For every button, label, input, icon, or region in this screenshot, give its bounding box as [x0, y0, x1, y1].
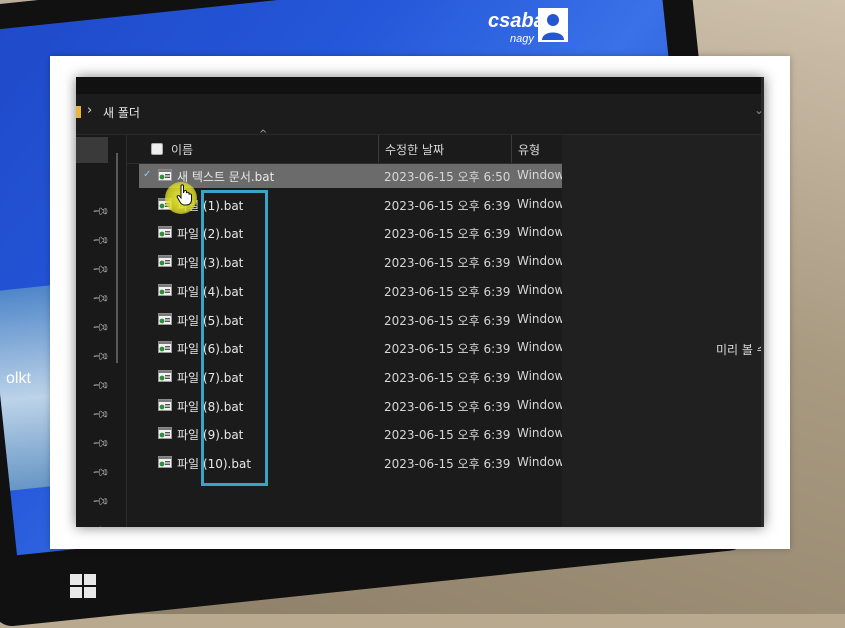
pin-icon[interactable]: 📌︎ — [91, 521, 110, 527]
windows-logo-icon — [70, 574, 96, 598]
annotation-highlight-box — [201, 190, 268, 486]
pin-icon[interactable]: 📌︎ — [91, 231, 110, 250]
batch-file-icon — [158, 341, 172, 354]
pin-icon[interactable]: 📌︎ — [91, 492, 110, 511]
file-modified-date: 2023-06-15 오후 6:39 — [384, 457, 511, 471]
title-strip — [76, 77, 764, 94]
batch-file-icon — [158, 169, 172, 181]
file-name[interactable]: 새 텍스트 문서.bat — [177, 168, 274, 185]
sort-ascending-icon: ^ — [259, 129, 268, 140]
file-explorer-window: › 새 폴더 ⌄ 📌︎ 📌︎ 📌︎ 📌︎ 📌︎ 📌︎ 📌︎ 📌︎ 📌︎ 📌︎ 📌… — [76, 77, 764, 527]
file-modified-date: 2023-06-15 오후 6:39 — [384, 284, 511, 299]
batch-file-icon — [158, 312, 172, 325]
pin-icon[interactable]: 📌︎ — [91, 202, 110, 221]
navigation-pane: 📌︎ 📌︎ 📌︎ 📌︎ 📌︎ 📌︎ 📌︎ 📌︎ 📌︎ 📌︎ 📌︎ 📌︎ 📌︎ — [76, 135, 126, 527]
column-resize-handle[interactable] — [511, 135, 512, 163]
batch-file-icon — [158, 226, 172, 239]
pin-icon[interactable]: 📌︎ — [91, 347, 110, 366]
file-modified-date: 2023-06-15 오후 6:39 — [384, 428, 511, 443]
window-edge — [761, 77, 764, 527]
pin-icon[interactable]: 📌︎ — [91, 289, 110, 308]
batch-file-icon — [158, 427, 172, 440]
batch-file-icon — [158, 255, 172, 268]
chevron-right-icon: › — [87, 103, 93, 118]
file-modified-date: 2023-06-15 오후 6:39 — [384, 399, 511, 414]
column-header-date[interactable]: 수정한 날짜 — [385, 141, 444, 158]
hand-cursor-icon — [176, 184, 192, 206]
start-tile-label: olkt — [6, 370, 31, 387]
file-row[interactable]: ✓ 새 텍스트 문서.bat 2023-06-15 오후 6:50 Windows — [139, 164, 571, 188]
pin-icon[interactable]: 📌︎ — [91, 318, 110, 337]
pin-icon[interactable]: 📌︎ — [91, 376, 110, 395]
folder-icon — [76, 106, 81, 118]
batch-file-icon — [158, 283, 172, 296]
pin-icon[interactable]: 📌︎ — [91, 405, 110, 424]
nav-selected-item[interactable] — [76, 137, 108, 163]
row-checkbox[interactable]: ✓ — [143, 170, 153, 180]
address-bar[interactable]: › 새 폴더 ⌄ — [76, 94, 764, 135]
file-modified-date: 2023-06-15 오후 6:50 — [384, 170, 511, 184]
pin-icon[interactable]: 📌︎ — [91, 463, 110, 482]
preview-pane: 미리 볼 수 — [562, 135, 764, 527]
column-header-type[interactable]: 유형 — [518, 141, 540, 158]
column-header-row: 이름 ^ 수정한 날짜 유형 — [127, 129, 562, 164]
nav-scrollbar[interactable] — [116, 153, 118, 363]
user-name: csaba — [488, 10, 545, 32]
file-modified-date: 2023-06-15 오후 6:39 — [384, 256, 511, 271]
file-modified-date: 2023-06-15 오후 6:39 — [384, 370, 511, 385]
breadcrumb-current-folder[interactable]: 새 폴더 — [103, 104, 140, 121]
user-subname: nagy — [510, 33, 534, 45]
file-modified-date: 2023-06-15 오후 6:39 — [384, 227, 511, 242]
batch-file-icon — [158, 456, 172, 468]
file-modified-date: 2023-06-15 오후 6:39 — [384, 198, 511, 213]
pin-icon[interactable]: 📌︎ — [91, 260, 110, 279]
preview-placeholder-text: 미리 볼 수 — [716, 343, 764, 357]
batch-file-icon — [158, 398, 172, 411]
column-header-name[interactable]: 이름 — [171, 141, 193, 158]
select-all-checkbox[interactable] — [151, 143, 163, 155]
column-resize-handle[interactable] — [378, 135, 379, 163]
pin-icon[interactable]: 📌︎ — [91, 434, 110, 453]
batch-file-icon — [158, 369, 172, 382]
file-modified-date: 2023-06-15 오후 6:39 — [384, 313, 511, 328]
file-modified-date: 2023-06-15 오후 6:39 — [384, 342, 511, 357]
user-avatar-icon — [538, 8, 568, 42]
